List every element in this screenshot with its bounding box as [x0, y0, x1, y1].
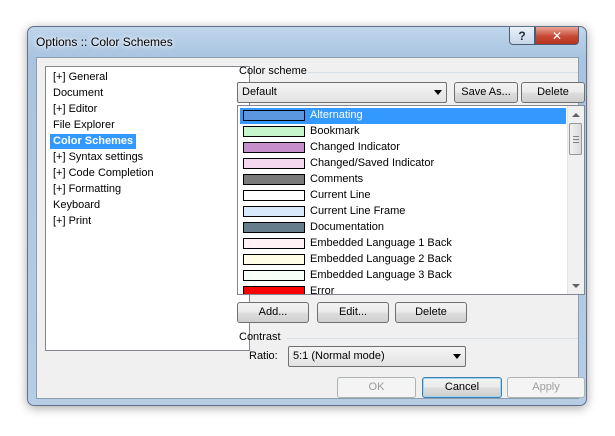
title-bar[interactable]: Options :: Color Schemes ? ✕ — [28, 27, 586, 57]
color-list-item[interactable]: Current Line — [240, 188, 566, 204]
grip-line — [573, 136, 579, 137]
color-swatch — [243, 206, 305, 217]
cancel-button[interactable]: Cancel — [422, 377, 502, 398]
color-item-label: Documentation — [310, 221, 384, 233]
color-list-item[interactable]: Comments — [240, 172, 566, 188]
add-color-button[interactable]: Add... — [237, 302, 309, 323]
scroll-down-button[interactable] — [568, 277, 584, 294]
grip-line — [573, 139, 579, 140]
color-item-label: Comments — [310, 173, 364, 185]
chevron-down-icon — [434, 90, 442, 95]
color-swatch — [243, 238, 305, 249]
color-scheme-divider — [308, 72, 578, 73]
help-icon: ? — [518, 28, 526, 43]
close-icon: ✕ — [551, 28, 563, 43]
color-item-label: Changed/Saved Indicator — [310, 157, 435, 169]
color-item-label: Embedded Language 3 Back — [310, 269, 452, 281]
color-list-item[interactable]: Embedded Language 2 Back — [240, 252, 566, 268]
ratio-select[interactable]: 5:1 (Normal mode) — [288, 346, 466, 367]
scheme-select-value: Default — [242, 86, 277, 98]
color-list-item[interactable]: Current Line Frame — [240, 204, 566, 220]
window-title: Options :: Color Schemes — [36, 35, 173, 49]
color-swatch — [243, 110, 305, 121]
vertical-scrollbar[interactable] — [567, 106, 584, 294]
edit-color-button[interactable]: Edit... — [317, 302, 389, 323]
color-item-label: Current Line Frame — [310, 205, 406, 217]
color-list-item[interactable]: Documentation — [240, 220, 566, 236]
ratio-select-value: 5:1 (Normal mode) — [293, 350, 385, 362]
ratio-label: Ratio: — [249, 350, 278, 362]
color-swatch — [243, 254, 305, 265]
color-swatch — [243, 142, 305, 153]
tree-item[interactable]: File Explorer — [50, 118, 118, 133]
color-item-label: Bookmark — [310, 125, 360, 137]
tree-item[interactable]: [+] Editor — [50, 102, 100, 117]
tree-item[interactable]: Keyboard — [50, 198, 103, 213]
close-button[interactable]: ✕ — [535, 27, 579, 45]
tree-item[interactable]: Color Schemes — [50, 134, 137, 149]
color-item-label: Embedded Language 1 Back — [310, 237, 452, 249]
arrow-up-icon — [572, 112, 580, 117]
tree-item[interactable]: [+] Syntax settings — [50, 150, 146, 165]
color-item-label: Current Line — [310, 189, 371, 201]
color-item-label: Alternating — [310, 109, 363, 121]
color-item-label: Changed Indicator — [310, 141, 400, 153]
color-swatch — [243, 158, 305, 169]
color-list-item[interactable]: Embedded Language 3 Back — [240, 268, 566, 284]
ok-button[interactable]: OK — [337, 377, 416, 398]
scroll-up-button[interactable] — [568, 106, 584, 123]
chevron-down-icon — [453, 354, 461, 359]
color-swatch — [243, 222, 305, 233]
scroll-thumb[interactable] — [569, 123, 582, 155]
tree-item[interactable]: Document — [50, 86, 106, 101]
color-list-item[interactable]: Alternating — [240, 108, 566, 124]
color-item-label: Error — [310, 285, 335, 295]
scheme-select[interactable]: Default — [237, 82, 447, 103]
color-list-item[interactable]: Changed Indicator — [240, 140, 566, 156]
color-swatch — [243, 270, 305, 281]
tree-item[interactable]: [+] General — [50, 70, 111, 85]
save-as-button[interactable]: Save As... — [454, 82, 518, 103]
color-list-item[interactable]: Embedded Language 1 Back — [240, 236, 566, 252]
color-list-item[interactable]: Changed/Saved Indicator — [240, 156, 566, 172]
arrow-down-icon — [572, 283, 580, 288]
color-list-item[interactable]: Bookmark — [240, 124, 566, 140]
apply-button[interactable]: Apply — [507, 377, 585, 398]
options-dialog: Options :: Color Schemes ? ✕ [+] General… — [27, 26, 587, 406]
color-list-item[interactable]: Error — [240, 284, 566, 295]
color-swatch — [243, 126, 305, 137]
color-swatch — [243, 286, 305, 294]
delete-color-button[interactable]: Delete — [395, 302, 467, 323]
help-button[interactable]: ? — [509, 27, 535, 45]
color-item-label: Embedded Language 2 Back — [310, 253, 452, 265]
grip-line — [573, 142, 579, 143]
dialog-content: [+] General Document [+] Editor File Explor… — [36, 57, 585, 399]
tree-item[interactable]: [+] Code Completion — [50, 166, 157, 181]
color-list[interactable]: Alternating Bookmark Changed Indicator Chan… — [237, 105, 585, 295]
color-swatch — [243, 190, 305, 201]
contrast-group-label: Contrast — [239, 331, 281, 343]
category-tree[interactable]: [+] General Document [+] Editor File Explor… — [45, 66, 250, 351]
color-swatch — [243, 174, 305, 185]
delete-scheme-button[interactable]: Delete — [521, 82, 585, 103]
contrast-divider — [287, 338, 578, 339]
tree-item[interactable]: [+] Print — [50, 214, 94, 229]
color-scheme-group-label: Color scheme — [239, 65, 307, 77]
tree-item[interactable]: [+] Formatting — [50, 182, 124, 197]
